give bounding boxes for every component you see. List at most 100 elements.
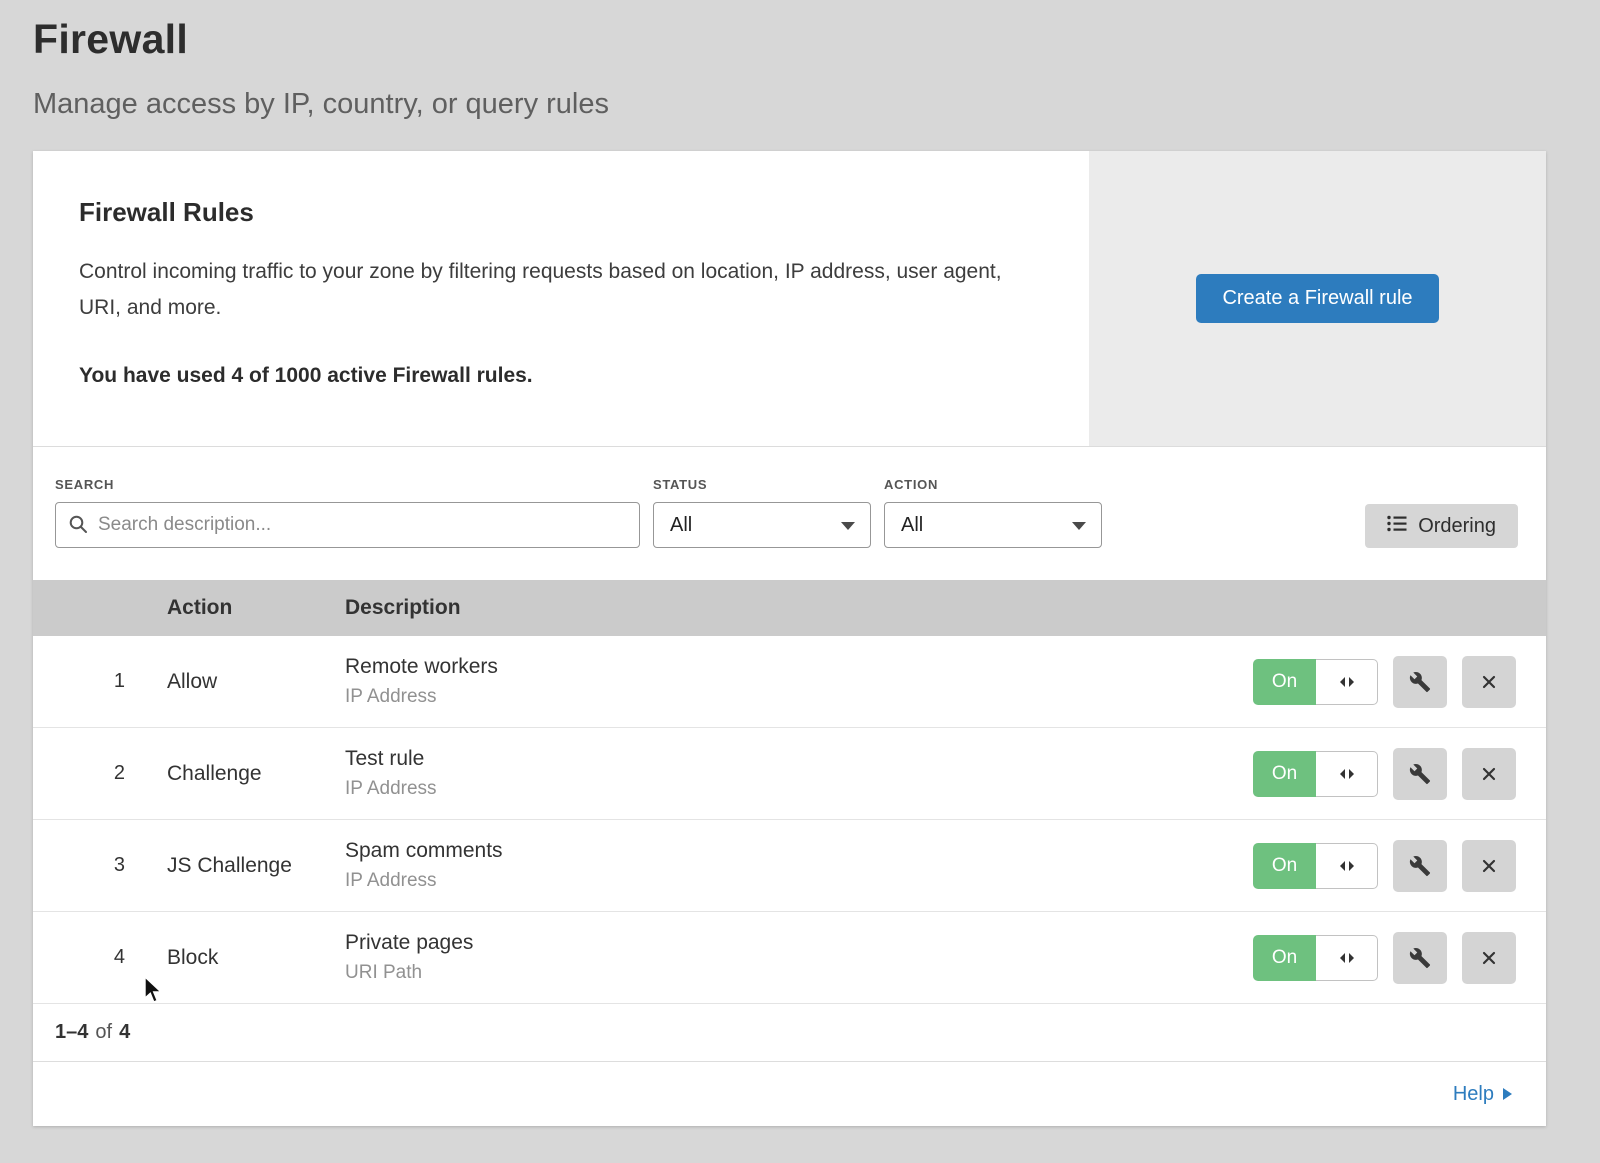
overview-heading: Firewall Rules: [79, 197, 1019, 228]
toggle-drag-handle[interactable]: [1316, 935, 1378, 981]
left-right-arrows-icon: [1339, 860, 1355, 872]
help-link[interactable]: Help: [1453, 1083, 1512, 1106]
edit-rule-button[interactable]: [1393, 932, 1447, 984]
wrench-icon: [1409, 671, 1431, 693]
rule-action: JS Challenge: [167, 854, 345, 878]
rule-description-cell: Test rule IP Address: [345, 747, 1211, 800]
toggle-drag-handle[interactable]: [1316, 659, 1378, 705]
toggle-on-label: On: [1253, 843, 1316, 889]
pagination-range: 1–4: [55, 1021, 88, 1044]
pagination: 1–4 of 4: [33, 1004, 1546, 1062]
rule-match-type: IP Address: [345, 870, 1211, 892]
toggle-on-label: On: [1253, 751, 1316, 797]
ordering-list-icon: [1387, 515, 1407, 538]
rule-controls: On: [1211, 840, 1546, 892]
create-rule-panel: Create a Firewall rule: [1089, 151, 1546, 446]
status-filter-group: STATUS All: [653, 477, 871, 548]
overview-section: Firewall Rules Control incoming traffic …: [33, 151, 1546, 447]
table-row: 1 Allow Remote workers IP Address On: [33, 636, 1546, 728]
rule-description-cell: Remote workers IP Address: [345, 655, 1211, 708]
overview-text-block: Firewall Rules Control incoming traffic …: [33, 151, 1089, 446]
rule-enable-toggle[interactable]: On: [1253, 659, 1378, 705]
rule-description-cell: Private pages URI Path: [345, 931, 1211, 984]
close-icon: [1479, 764, 1499, 784]
rule-enable-toggle[interactable]: On: [1253, 751, 1378, 797]
left-right-arrows-icon: [1339, 768, 1355, 780]
action-dropdown[interactable]: All: [884, 502, 1102, 548]
left-right-arrows-icon: [1339, 676, 1355, 688]
row-number: 3: [33, 854, 167, 877]
delete-rule-button[interactable]: [1462, 748, 1516, 800]
overview-description: Control incoming traffic to your zone by…: [79, 254, 1019, 326]
rule-description: Private pages: [345, 931, 1211, 955]
rule-enable-toggle[interactable]: On: [1253, 935, 1378, 981]
left-right-arrows-icon: [1339, 952, 1355, 964]
delete-rule-button[interactable]: [1462, 932, 1516, 984]
filter-bar: SEARCH STATUS All ACTION All: [33, 447, 1546, 580]
page-title: Firewall: [33, 16, 1567, 63]
rule-match-type: IP Address: [345, 778, 1211, 800]
close-icon: [1479, 856, 1499, 876]
create-firewall-rule-button[interactable]: Create a Firewall rule: [1196, 274, 1438, 323]
close-icon: [1479, 948, 1499, 968]
toggle-drag-handle[interactable]: [1316, 751, 1378, 797]
table-row: 2 Challenge Test rule IP Address On: [33, 728, 1546, 820]
help-link-label: Help: [1453, 1083, 1494, 1106]
rule-match-type: IP Address: [345, 686, 1211, 708]
rule-controls: On: [1211, 748, 1546, 800]
close-icon: [1479, 672, 1499, 692]
rule-action: Block: [167, 946, 345, 970]
chevron-down-icon: [841, 522, 855, 530]
edit-rule-button[interactable]: [1393, 748, 1447, 800]
rule-action: Allow: [167, 670, 345, 694]
row-number: 2: [33, 762, 167, 785]
toggle-on-label: On: [1253, 935, 1316, 981]
ordering-button-label: Ordering: [1418, 515, 1496, 538]
toggle-on-label: On: [1253, 659, 1316, 705]
edit-rule-button[interactable]: [1393, 840, 1447, 892]
column-header-description: Description: [345, 596, 1211, 620]
rule-enable-toggle[interactable]: On: [1253, 843, 1378, 889]
column-header-action: Action: [167, 596, 345, 620]
rule-description: Test rule: [345, 747, 1211, 771]
rule-description-cell: Spam comments IP Address: [345, 839, 1211, 892]
page-subtitle: Manage access by IP, country, or query r…: [33, 88, 1567, 121]
status-dropdown[interactable]: All: [653, 502, 871, 548]
chevron-down-icon: [1072, 522, 1086, 530]
edit-rule-button[interactable]: [1393, 656, 1447, 708]
usage-text: You have used 4 of 1000 active Firewall …: [79, 364, 1019, 388]
search-input[interactable]: [55, 502, 640, 548]
rule-match-type: URI Path: [345, 962, 1211, 984]
rule-controls: On: [1211, 932, 1546, 984]
table-row: 4 Block Private pages URI Path On: [33, 912, 1546, 1004]
rule-description: Spam comments: [345, 839, 1211, 863]
status-dropdown-value: All: [670, 514, 692, 537]
row-number: 1: [33, 670, 167, 693]
rule-action: Challenge: [167, 762, 345, 786]
ordering-button[interactable]: Ordering: [1365, 504, 1518, 548]
action-filter-group: ACTION All: [884, 477, 1102, 548]
row-number: 4: [33, 946, 167, 969]
rule-description: Remote workers: [345, 655, 1211, 679]
card-footer: Help: [33, 1062, 1546, 1126]
delete-rule-button[interactable]: [1462, 656, 1516, 708]
arrow-right-icon: [1503, 1088, 1512, 1100]
search-group: SEARCH: [55, 477, 640, 548]
wrench-icon: [1409, 763, 1431, 785]
status-label: STATUS: [653, 477, 871, 492]
search-icon: [68, 514, 88, 539]
wrench-icon: [1409, 947, 1431, 969]
toggle-drag-handle[interactable]: [1316, 843, 1378, 889]
search-label: SEARCH: [55, 477, 640, 492]
table-header: Action Description: [33, 580, 1546, 636]
wrench-icon: [1409, 855, 1431, 877]
pagination-of-label: of: [95, 1021, 112, 1044]
delete-rule-button[interactable]: [1462, 840, 1516, 892]
page-header: Firewall Manage access by IP, country, o…: [0, 0, 1600, 121]
action-dropdown-value: All: [901, 514, 923, 537]
action-label: ACTION: [884, 477, 1102, 492]
rule-controls: On: [1211, 656, 1546, 708]
firewall-rules-card: Firewall Rules Control incoming traffic …: [33, 151, 1546, 1126]
pagination-total: 4: [119, 1021, 130, 1044]
table-row: 3 JS Challenge Spam comments IP Address …: [33, 820, 1546, 912]
